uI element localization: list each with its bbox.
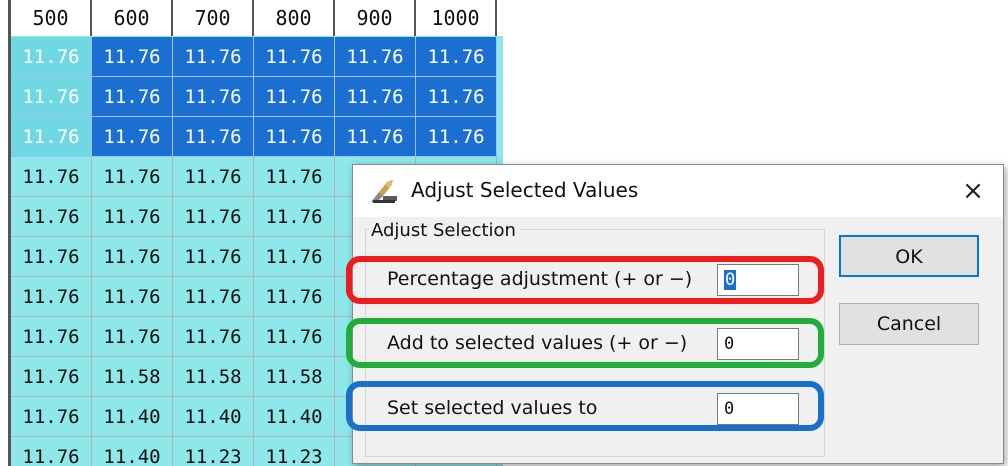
table-cell[interactable]: 11.76 bbox=[173, 197, 254, 237]
table-cell[interactable]: 11.76 bbox=[173, 117, 254, 157]
table-cell[interactable]: 11.76 bbox=[254, 157, 335, 197]
dialog-title: Adjust Selected Values bbox=[411, 178, 639, 202]
table-cell[interactable]: 11.76 bbox=[173, 317, 254, 357]
add-to-selected-input[interactable]: 0 bbox=[717, 328, 799, 360]
table-cell[interactable]: 11.76 bbox=[92, 197, 173, 237]
table-cell[interactable]: 11.40 bbox=[92, 437, 173, 466]
table-cell[interactable]: 11.76 bbox=[254, 117, 335, 157]
column-header[interactable]: 1000 bbox=[416, 0, 497, 36]
table-cell[interactable]: 11.76 bbox=[11, 37, 92, 77]
column-header[interactable]: 800 bbox=[254, 0, 335, 36]
table-cell[interactable]: 11.76 bbox=[416, 37, 497, 77]
column-header[interactable]: 700 bbox=[173, 0, 254, 36]
table-cell[interactable]: 11.76 bbox=[173, 277, 254, 317]
table-header-row: 500 600 700 800 900 1000 bbox=[11, 0, 503, 36]
table-cell[interactable]: 11.58 bbox=[173, 357, 254, 397]
table-cell[interactable]: 11.76 bbox=[254, 237, 335, 277]
table-cell[interactable]: 11.76 bbox=[11, 157, 92, 197]
table-cell[interactable]: 11.76 bbox=[11, 77, 92, 117]
ok-button[interactable]: OK bbox=[839, 235, 979, 277]
table-cell[interactable]: 11.76 bbox=[11, 237, 92, 277]
close-icon[interactable]: × bbox=[953, 173, 993, 209]
adjust-tool-icon bbox=[371, 180, 397, 203]
table-cell[interactable]: 11.23 bbox=[254, 437, 335, 466]
table-cell[interactable]: 11.76 bbox=[92, 117, 173, 157]
table-cell[interactable]: 11.40 bbox=[92, 397, 173, 437]
table-cell[interactable]: 11.76 bbox=[92, 317, 173, 357]
table-cell[interactable]: 11.76 bbox=[335, 117, 416, 157]
table-cell[interactable]: 11.58 bbox=[254, 357, 335, 397]
table-cell[interactable]: 11.76 bbox=[173, 237, 254, 277]
table-cell[interactable]: 11.40 bbox=[173, 397, 254, 437]
column-header[interactable]: 600 bbox=[92, 0, 173, 36]
table-cell[interactable]: 11.76 bbox=[254, 277, 335, 317]
table-cell[interactable]: 11.76 bbox=[92, 157, 173, 197]
table-cell[interactable]: 11.76 bbox=[11, 117, 92, 157]
table-cell[interactable]: 11.76 bbox=[173, 157, 254, 197]
table-cell[interactable]: 11.76 bbox=[11, 437, 92, 466]
table-cell[interactable]: 11.76 bbox=[254, 317, 335, 357]
percentage-adjustment-input[interactable]: 0 bbox=[717, 264, 799, 296]
table-cell[interactable]: 11.76 bbox=[173, 37, 254, 77]
table-cell[interactable]: 11.76 bbox=[173, 77, 254, 117]
table-cell[interactable]: 11.76 bbox=[335, 37, 416, 77]
add-to-selected-label: Add to selected values (+ or −) bbox=[387, 332, 688, 354]
table-cell[interactable]: 11.76 bbox=[11, 357, 92, 397]
add-to-selected-value: 0 bbox=[724, 334, 735, 354]
set-selected-value: 0 bbox=[724, 399, 735, 419]
adjust-selected-values-dialog: Adjust Selected Values × Adjust Selectio… bbox=[346, 164, 1004, 464]
table-row: 11.76 11.76 11.76 11.76 11.76 11.76 bbox=[11, 77, 503, 117]
column-header[interactable]: 500 bbox=[11, 0, 92, 36]
dialog-title-bar[interactable]: Adjust Selected Values × bbox=[353, 165, 1003, 217]
table-cell[interactable]: 11.76 bbox=[254, 197, 335, 237]
table-cell[interactable]: 11.76 bbox=[92, 277, 173, 317]
percentage-adjustment-value: 0 bbox=[724, 270, 737, 290]
table-cell[interactable]: 11.76 bbox=[11, 277, 92, 317]
table-cell[interactable]: 11.76 bbox=[92, 237, 173, 277]
table-cell[interactable]: 11.76 bbox=[254, 77, 335, 117]
percentage-adjustment-label: Percentage adjustment (+ or −) bbox=[387, 268, 693, 290]
table-cell[interactable]: 11.40 bbox=[254, 397, 335, 437]
table-cell[interactable]: 11.76 bbox=[11, 397, 92, 437]
column-header[interactable]: 900 bbox=[335, 0, 416, 36]
set-selected-label: Set selected values to bbox=[387, 397, 598, 419]
table-row: 11.76 11.76 11.76 11.76 11.76 11.76 bbox=[11, 37, 503, 77]
table-cell[interactable]: 11.76 bbox=[254, 37, 335, 77]
cancel-button[interactable]: Cancel bbox=[839, 303, 979, 345]
table-cell[interactable]: 11.76 bbox=[416, 117, 497, 157]
table-cell[interactable]: 11.76 bbox=[92, 37, 173, 77]
group-label: Adjust Selection bbox=[369, 220, 520, 241]
table-cell[interactable]: 11.23 bbox=[173, 437, 254, 466]
table-cell[interactable]: 11.76 bbox=[335, 77, 416, 117]
table-row: 11.76 11.76 11.76 11.76 11.76 11.76 bbox=[11, 117, 503, 157]
table-cell[interactable]: 11.76 bbox=[11, 197, 92, 237]
table-cell[interactable]: 11.76 bbox=[416, 77, 497, 117]
table-cell[interactable]: 11.58 bbox=[92, 357, 173, 397]
table-cell[interactable]: 11.76 bbox=[92, 77, 173, 117]
table-cell[interactable]: 11.76 bbox=[11, 317, 92, 357]
set-selected-input[interactable]: 0 bbox=[717, 393, 799, 425]
